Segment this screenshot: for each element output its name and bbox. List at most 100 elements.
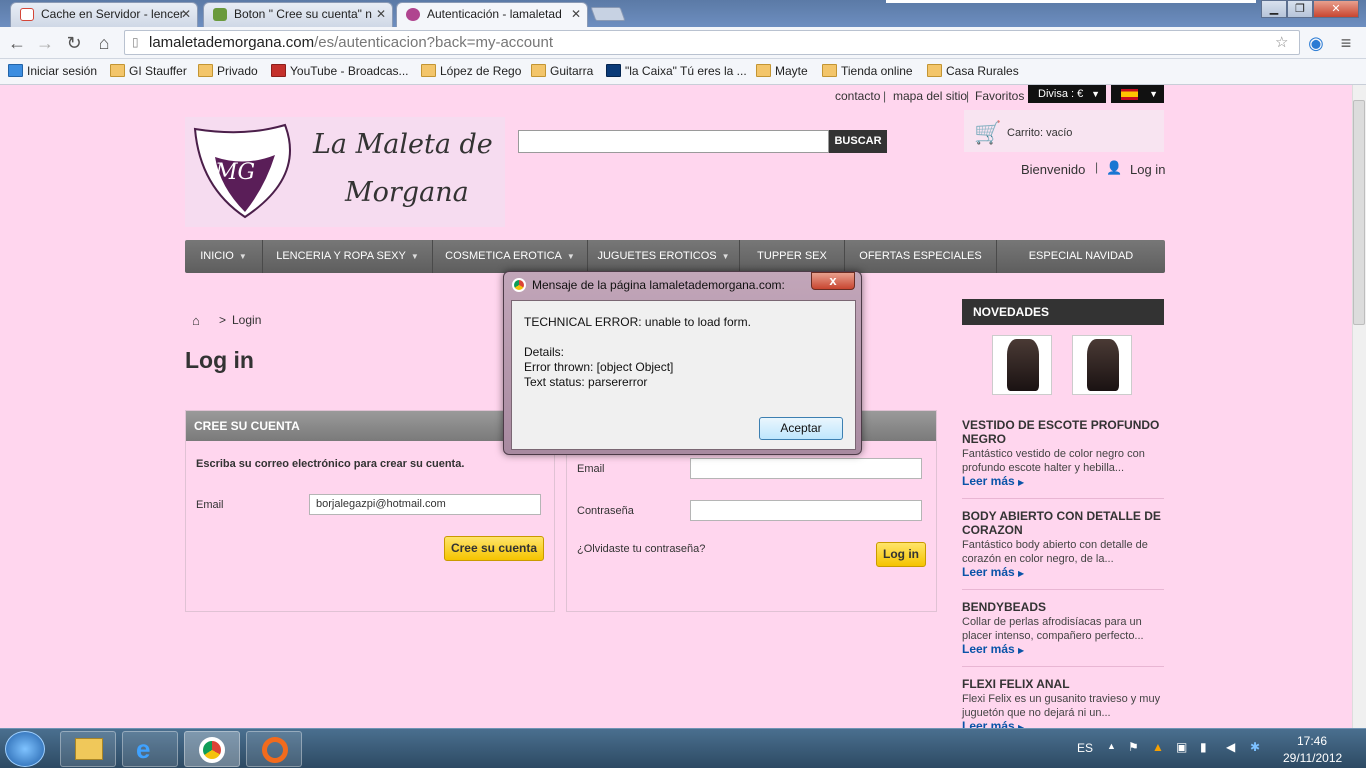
windows-live-icon — [8, 64, 23, 77]
close-tab-icon[interactable]: ✕ — [181, 7, 191, 21]
chrome-taskbar-button[interactable] — [184, 731, 240, 767]
browser-tab-1[interactable]: Cache en Servidor - lencer ✕ — [10, 2, 198, 27]
bookmark-folder[interactable]: Guitarra — [531, 63, 593, 79]
product-title[interactable]: BENDYBEADS — [962, 600, 1162, 614]
new-tab-button[interactable] — [590, 7, 626, 21]
login-email-label: Email — [577, 463, 605, 475]
bookmark-folder[interactable]: López de Rego — [421, 63, 521, 79]
windows-taskbar: e ES ▲ ⚑ ▲ ▣ ▮ ◀ ✱ 17:46 29/11/2012 — [0, 728, 1366, 768]
home-icon[interactable]: ⌂ — [192, 313, 200, 328]
site-logo[interactable]: MG La Maleta de Morgana — [185, 117, 505, 227]
user-icon: 👤 — [1106, 160, 1123, 175]
ie-taskbar-button[interactable]: e — [122, 731, 178, 767]
bookmark-lacaixa[interactable]: "la Caixa" Tú eres la ... — [606, 63, 747, 79]
product-thumbnail[interactable] — [1072, 335, 1132, 395]
origin-taskbar-button[interactable] — [246, 731, 302, 767]
ok-button[interactable]: Aceptar — [759, 417, 843, 440]
product-title[interactable]: VESTIDO DE ESCOTE PROFUNDO NEGRO — [962, 418, 1162, 446]
close-window-button[interactable]: ✕ — [1313, 0, 1359, 18]
network-icon[interactable]: ▮ — [1200, 740, 1207, 754]
device-icon[interactable]: ▣ — [1176, 740, 1187, 754]
read-more-link[interactable]: Leer más ▶ — [962, 642, 1024, 656]
back-icon[interactable]: ← — [5, 31, 29, 55]
search-button[interactable]: BUSCAR — [829, 130, 887, 153]
breadcrumb: Login — [232, 313, 262, 327]
cart-block[interactable]: 🛒 Carrito: vacío — [964, 110, 1164, 152]
product-title[interactable]: BODY ABIERTO CON DETALLE DE CORAZON — [962, 509, 1162, 537]
minimize-button[interactable]: ▁ — [1261, 0, 1287, 18]
menu-item-tupper[interactable]: TUPPER SEX — [740, 240, 845, 273]
sitemap-link[interactable]: mapa del sitio — [893, 89, 967, 103]
scrollbar-thumb[interactable] — [1353, 100, 1365, 325]
product-thumbnail[interactable] — [992, 335, 1052, 395]
bookmark-folder[interactable]: Mayte — [756, 63, 808, 79]
bluetooth-icon[interactable]: ✱ — [1250, 740, 1260, 754]
explorer-taskbar-button[interactable] — [60, 731, 116, 767]
dropdown-arrow-icon: ▼ — [1149, 89, 1158, 99]
chevron-down-icon: ▼ — [721, 252, 730, 261]
menu-icon[interactable]: ≡ — [1334, 31, 1358, 55]
folder-icon — [75, 738, 103, 760]
bookmark-iniciar-sesion[interactable]: Iniciar sesión — [8, 63, 97, 79]
chevron-down-icon: ▼ — [410, 252, 419, 261]
flag-icon[interactable]: ⚑ — [1128, 740, 1139, 754]
read-more-link[interactable]: Leer más ▶ — [962, 565, 1024, 579]
extension-icon[interactable]: ◉ — [1304, 31, 1328, 55]
login-email-input[interactable] — [690, 458, 922, 479]
bookmark-folder[interactable]: GI Stauffer — [110, 63, 187, 79]
read-more-link[interactable]: Leer más ▶ — [962, 474, 1024, 488]
language-indicator[interactable]: ES — [1077, 741, 1093, 755]
logo-text-line2: Morgana — [345, 177, 469, 208]
login-link[interactable]: Log in — [1130, 162, 1165, 177]
address-bar[interactable]: ▯ lamaletademorgana.com/es/autenticacion… — [124, 30, 1300, 55]
menu-item-juguetes[interactable]: JUGUETES EROTICOS ▼ — [588, 240, 740, 273]
volume-icon[interactable]: ◀ — [1226, 740, 1235, 754]
browser-tab-3[interactable]: Autenticación - lamaletad ✕ — [396, 2, 588, 27]
read-more-link[interactable]: Leer más ▶ — [962, 719, 1024, 728]
password-input[interactable] — [690, 500, 922, 521]
bookmark-folder[interactable]: Casa Rurales — [927, 63, 1019, 79]
chrome-icon — [199, 737, 225, 763]
clock-time[interactable]: 17:46 — [1297, 734, 1327, 748]
product-title[interactable]: FLEXI FELIX ANAL — [962, 677, 1162, 691]
menu-item-cosmetica[interactable]: COSMETICA EROTICA ▼ — [433, 240, 588, 273]
maximize-button[interactable]: ❐ — [1287, 0, 1313, 18]
bookmark-folder[interactable]: Privado — [198, 63, 258, 79]
internet-explorer-icon: e — [136, 734, 151, 764]
home-icon[interactable]: ⌂ — [92, 31, 116, 55]
menu-item-lenceria[interactable]: LENCERIA Y ROPA SEXY ▼ — [263, 240, 433, 273]
lacaixa-star-icon — [606, 64, 621, 77]
update-icon[interactable]: ▲ — [1152, 740, 1164, 754]
cart-icon: 🛒 — [974, 120, 1002, 145]
language-dropdown[interactable]: ▼ — [1111, 85, 1164, 103]
currency-dropdown[interactable]: Divisa : € ▼ — [1028, 85, 1106, 103]
bookmark-folder[interactable]: Tienda online — [822, 63, 913, 79]
bookmark-youtube[interactable]: YouTube - Broadcas... — [271, 63, 409, 79]
create-account-button[interactable]: Cree su cuenta — [444, 536, 544, 561]
forgot-password-link[interactable]: ¿Olvidaste tu contraseña? — [577, 543, 705, 555]
contact-link[interactable]: contacto — [835, 89, 880, 103]
page-icon: ▯ — [132, 35, 139, 49]
create-email-input[interactable]: borjalegazpi@hotmail.com — [309, 494, 541, 515]
reload-icon[interactable]: ↻ — [62, 31, 86, 55]
close-tab-icon[interactable]: ✕ — [376, 7, 386, 21]
separator: | — [1095, 160, 1099, 174]
forward-icon[interactable]: → — [33, 31, 57, 55]
bookmark-star-icon[interactable]: ☆ — [1275, 31, 1288, 54]
login-button[interactable]: Log in — [876, 542, 926, 567]
divider — [962, 666, 1164, 667]
favorites-link[interactable]: Favoritos — [975, 89, 1024, 103]
tray-expand-icon[interactable]: ▲ — [1107, 741, 1116, 751]
search-input[interactable] — [518, 130, 829, 153]
menu-item-navidad[interactable]: ESPECIAL NAVIDAD — [997, 240, 1165, 273]
browser-tab-2[interactable]: Boton " Cree su cuenta" n ✕ — [203, 2, 393, 27]
start-button[interactable] — [5, 731, 45, 767]
menu-item-inicio[interactable]: INICIO ▼ — [185, 240, 263, 273]
folder-icon — [927, 64, 942, 77]
clock-date[interactable]: 29/11/2012 — [1283, 751, 1342, 765]
dialog-close-button[interactable]: x — [811, 272, 855, 290]
menu-item-ofertas[interactable]: OFERTAS ESPECIALES — [845, 240, 997, 273]
close-tab-icon[interactable]: ✕ — [571, 7, 581, 21]
folder-icon — [110, 64, 125, 77]
folder-icon — [421, 64, 436, 77]
